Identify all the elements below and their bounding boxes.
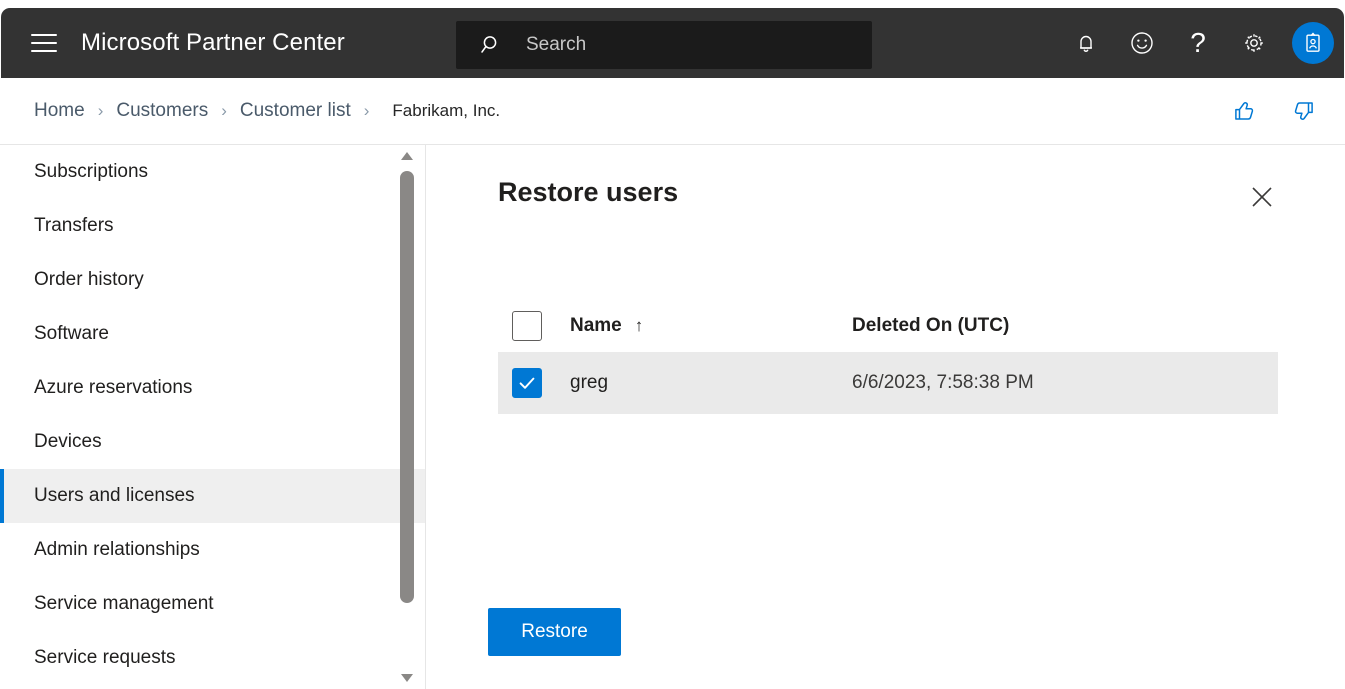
sidebar-item-service-management[interactable]: Service management [0, 577, 425, 631]
search-input[interactable]: Search [456, 21, 872, 69]
sidebar-item-label: Azure reservations [34, 377, 192, 399]
app-title: Microsoft Partner Center [81, 29, 345, 57]
avatar[interactable] [1282, 8, 1344, 78]
breadcrumb: Home › Customers › Customer list › Fabri… [0, 78, 1345, 144]
row-checkbox[interactable] [512, 368, 542, 398]
bell-icon[interactable] [1058, 8, 1114, 78]
column-header-deleted-on[interactable]: Deleted On (UTC) [852, 315, 1009, 337]
header-actions: ? [1058, 8, 1344, 78]
sidebar-item-label: Users and licenses [34, 485, 195, 507]
sort-ascending-icon: ↑ [635, 316, 644, 336]
sidebar-item-admin-relationships[interactable]: Admin relationships [0, 523, 425, 577]
cell-deleted-on: 6/6/2023, 7:58:38 PM [852, 372, 1034, 394]
row-checkbox-cell [512, 368, 570, 398]
sidebar-item-label: Transfers [34, 215, 114, 237]
scroll-down-arrow-icon[interactable] [398, 667, 416, 689]
scrollbar-track[interactable] [398, 167, 416, 667]
sidebar-item-label: Software [34, 323, 109, 345]
breadcrumb-item-home[interactable]: Home [34, 100, 85, 122]
search-icon [480, 34, 502, 56]
sidebar-scrollbar[interactable] [398, 145, 416, 689]
account-badge-icon [1292, 22, 1334, 64]
sidebar-item-label: Service management [34, 593, 214, 615]
column-header-name[interactable]: Name ↑ [570, 315, 852, 337]
page-body: Subscriptions Transfers Order history So… [0, 144, 1345, 689]
breadcrumb-separator: › [221, 101, 227, 121]
table-row[interactable]: greg 6/6/2023, 7:58:38 PM [498, 352, 1278, 414]
sidebar-item-software[interactable]: Software [0, 307, 425, 361]
cell-user-name: greg [570, 372, 852, 394]
hamburger-line [31, 34, 57, 36]
question-mark-icon[interactable]: ? [1170, 8, 1226, 78]
sidebar-item-subscriptions[interactable]: Subscriptions [0, 145, 425, 199]
breadcrumb-separator: › [364, 101, 370, 121]
sidebar-item-devices[interactable]: Devices [0, 415, 425, 469]
select-all-checkbox[interactable] [512, 311, 542, 341]
thumbs-down-icon[interactable] [1281, 88, 1327, 134]
sidebar-item-transfers[interactable]: Transfers [0, 199, 425, 253]
sidebar-item-users-and-licenses[interactable]: Users and licenses [0, 469, 425, 523]
sidebar-item-label: Subscriptions [34, 161, 148, 183]
page-title: Restore users [498, 177, 678, 208]
table-header-row: Name ↑ Deleted On (UTC) [498, 300, 1278, 352]
sidebar-item-azure-reservations[interactable]: Azure reservations [0, 361, 425, 415]
smiley-icon[interactable] [1114, 8, 1170, 78]
feedback-actions [1221, 78, 1327, 144]
breadcrumb-separator: › [98, 101, 104, 121]
sidebar-item-label: Order history [34, 269, 144, 291]
column-header-name-label: Name [570, 315, 622, 337]
search-placeholder: Search [526, 34, 586, 56]
breadcrumb-item-customer-list[interactable]: Customer list [240, 100, 351, 122]
hamburger-menu-icon[interactable] [28, 27, 60, 59]
close-icon[interactable] [1246, 181, 1278, 213]
hamburger-line [31, 42, 57, 44]
restore-users-table: Name ↑ Deleted On (UTC) greg 6/6/2023, 7… [498, 300, 1278, 414]
hamburger-line [31, 50, 57, 52]
sidebar-item-label: Service requests [34, 647, 176, 669]
sidebar-item-service-requests[interactable]: Service requests [0, 631, 425, 685]
window-top-strip [0, 0, 1345, 8]
sidebar: Subscriptions Transfers Order history So… [0, 144, 426, 689]
thumbs-up-icon[interactable] [1221, 88, 1267, 134]
sidebar-item-label: Devices [34, 431, 102, 453]
breadcrumb-item-current: Fabrikam, Inc. [392, 101, 500, 121]
sidebar-item-label: Admin relationships [34, 539, 200, 561]
gear-icon[interactable] [1226, 8, 1282, 78]
select-all-checkbox-cell [512, 311, 570, 341]
sidebar-item-order-history[interactable]: Order history [0, 253, 425, 307]
app-header: Microsoft Partner Center Search [1, 8, 1344, 78]
breadcrumb-item-customers[interactable]: Customers [116, 100, 208, 122]
restore-button[interactable]: Restore [488, 608, 621, 656]
scroll-up-arrow-icon[interactable] [398, 145, 416, 167]
scrollbar-thumb[interactable] [400, 171, 414, 603]
